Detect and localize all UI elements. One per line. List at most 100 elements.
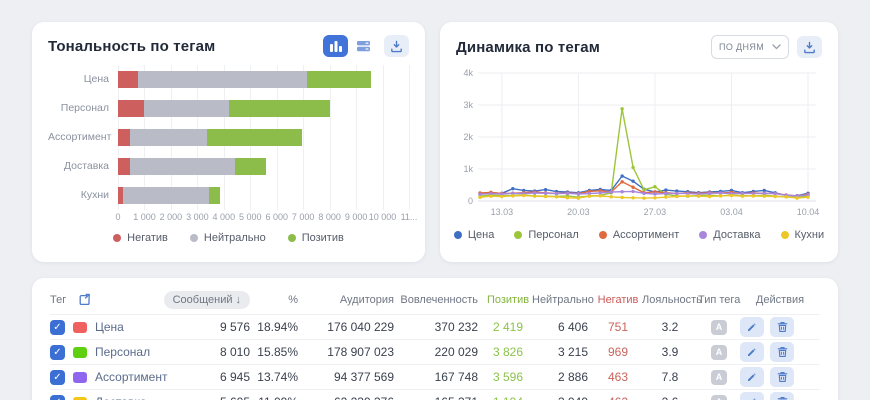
bar-segment bbox=[118, 100, 144, 117]
tag-header-label: Тег bbox=[50, 294, 66, 306]
export-icon[interactable] bbox=[78, 293, 92, 307]
tag-name-link[interactable]: Доставка bbox=[95, 395, 147, 400]
bar-row bbox=[118, 65, 409, 94]
tag-type-column-header: Тип тега bbox=[698, 294, 740, 306]
tonality-download-button[interactable] bbox=[384, 35, 409, 57]
x-tick-label: 9 000 bbox=[345, 212, 368, 222]
svg-text:4k: 4k bbox=[463, 68, 473, 78]
row-checkbox[interactable]: ✓ bbox=[50, 320, 65, 335]
svg-text:13.03: 13.03 bbox=[491, 207, 514, 217]
legend-label: Доставка bbox=[713, 229, 760, 241]
tonality-legend: Негатив Нейтрально Позитив bbox=[48, 232, 409, 244]
messages-sort-pill[interactable]: Сообщений ↓ bbox=[164, 291, 250, 309]
svg-text:0: 0 bbox=[468, 196, 473, 206]
legend-item[interactable]: Негатив bbox=[113, 232, 168, 244]
x-tick-label: 3 000 bbox=[186, 212, 209, 222]
x-tick-label: 7 000 bbox=[292, 212, 315, 222]
row-checkbox[interactable]: ✓ bbox=[50, 345, 65, 360]
edit-button[interactable] bbox=[740, 392, 764, 400]
bar-segment bbox=[235, 158, 267, 175]
delete-button[interactable] bbox=[770, 367, 794, 387]
edit-button[interactable] bbox=[740, 342, 764, 362]
cell-negative: 463 bbox=[594, 370, 642, 384]
bar-segment bbox=[130, 129, 206, 146]
period-select[interactable]: по дням bbox=[711, 35, 789, 59]
cell-loyalty: 3.9 bbox=[642, 345, 698, 359]
cell-engagement: 220 029 bbox=[400, 345, 484, 359]
svg-text:1k: 1k bbox=[463, 164, 473, 174]
tag-column-header: Тег bbox=[50, 293, 180, 307]
legend-item[interactable]: Доставка bbox=[699, 229, 760, 241]
tag-color-swatch bbox=[73, 347, 87, 358]
bar-chart-icon bbox=[329, 40, 343, 52]
cell-actions bbox=[740, 342, 820, 362]
bar-segment bbox=[123, 187, 209, 204]
cell-tag-type: A bbox=[698, 344, 740, 360]
legend-dot bbox=[288, 234, 296, 242]
legend-item[interactable]: Нейтрально bbox=[190, 232, 266, 244]
stacked-bar bbox=[118, 187, 409, 204]
stacked-bar bbox=[118, 71, 409, 88]
x-tick-label: 2 000 bbox=[160, 212, 183, 222]
cell-actions bbox=[740, 367, 820, 387]
tag-type-badge: A bbox=[711, 320, 727, 335]
line-chart-svg: 01k2k3k4k13.0320.0327.0303.0410.04 bbox=[456, 65, 822, 227]
cell-audience: 178 907 023 bbox=[304, 345, 400, 359]
bar-segment bbox=[138, 71, 307, 88]
legend-dot bbox=[781, 231, 789, 239]
dynamics-card-header: Динамика по тегам по дням bbox=[456, 35, 822, 59]
percent-column-header: % bbox=[256, 294, 304, 306]
edit-button[interactable] bbox=[740, 317, 764, 337]
cell-negative: 969 bbox=[594, 345, 642, 359]
legend-dot bbox=[599, 231, 607, 239]
bar-segment bbox=[118, 158, 130, 175]
cell-percent: 13.74% bbox=[256, 370, 304, 384]
table-view-button[interactable] bbox=[351, 35, 376, 57]
bar-segment bbox=[229, 100, 330, 117]
charts-row: Тональность по тегам bbox=[32, 22, 838, 262]
tag-type-badge: A bbox=[711, 345, 727, 360]
cell-messages: 8 010 bbox=[180, 345, 256, 359]
pencil-icon bbox=[746, 321, 758, 333]
x-tick-label: 5 000 bbox=[239, 212, 262, 222]
trash-icon bbox=[777, 396, 788, 400]
tonality-card: Тональность по тегам bbox=[32, 22, 425, 262]
tag-name-link[interactable]: Цена bbox=[95, 320, 124, 334]
bar-view-button[interactable] bbox=[323, 35, 348, 57]
category-label: Доставка bbox=[48, 152, 118, 181]
tag-name-link[interactable]: Ассортимент bbox=[95, 370, 167, 384]
loyalty-column-header: Лояльность bbox=[642, 294, 698, 306]
delete-button[interactable] bbox=[770, 342, 794, 362]
delete-button[interactable] bbox=[770, 317, 794, 337]
svg-text:20.03: 20.03 bbox=[567, 207, 590, 217]
cell-positive: 2 419 bbox=[484, 320, 532, 334]
edit-button[interactable] bbox=[740, 367, 764, 387]
cell-engagement: 370 232 bbox=[400, 320, 484, 334]
tag-color-swatch bbox=[73, 397, 87, 400]
gridline bbox=[409, 65, 410, 210]
cell-loyalty: 2.6 bbox=[642, 395, 698, 400]
stacked-bar bbox=[118, 100, 409, 117]
delete-button[interactable] bbox=[770, 392, 794, 400]
table-row: ✓Персонал8 01015.85%178 907 023220 0293 … bbox=[50, 339, 820, 364]
negative-column-header: Негатив bbox=[594, 294, 642, 306]
legend-item[interactable]: Позитив bbox=[288, 232, 344, 244]
cell-tag-type: A bbox=[698, 319, 740, 335]
tag-name-link[interactable]: Персонал bbox=[95, 345, 150, 359]
table-row: ✓Доставка5 60511.09%62 239 376165 3711 1… bbox=[50, 389, 820, 400]
dynamics-download-button[interactable] bbox=[797, 36, 822, 58]
tag-cell: ✓ Доставка bbox=[50, 395, 180, 400]
legend-item[interactable]: Цена bbox=[454, 229, 494, 241]
cell-loyalty: 7.8 bbox=[642, 370, 698, 384]
tonality-card-header: Тональность по тегам bbox=[48, 35, 409, 57]
legend-label: Кухни bbox=[795, 229, 825, 241]
row-checkbox[interactable]: ✓ bbox=[50, 395, 65, 400]
dynamics-title: Динамика по тегам bbox=[456, 39, 600, 56]
legend-item[interactable]: Персонал bbox=[514, 229, 579, 241]
cell-engagement: 165 371 bbox=[400, 395, 484, 400]
legend-item[interactable]: Ассортимент bbox=[599, 229, 679, 241]
row-checkbox[interactable]: ✓ bbox=[50, 370, 65, 385]
cell-tag-type: A bbox=[698, 394, 740, 400]
legend-item[interactable]: Кухни bbox=[781, 229, 825, 241]
cell-percent: 15.85% bbox=[256, 345, 304, 359]
